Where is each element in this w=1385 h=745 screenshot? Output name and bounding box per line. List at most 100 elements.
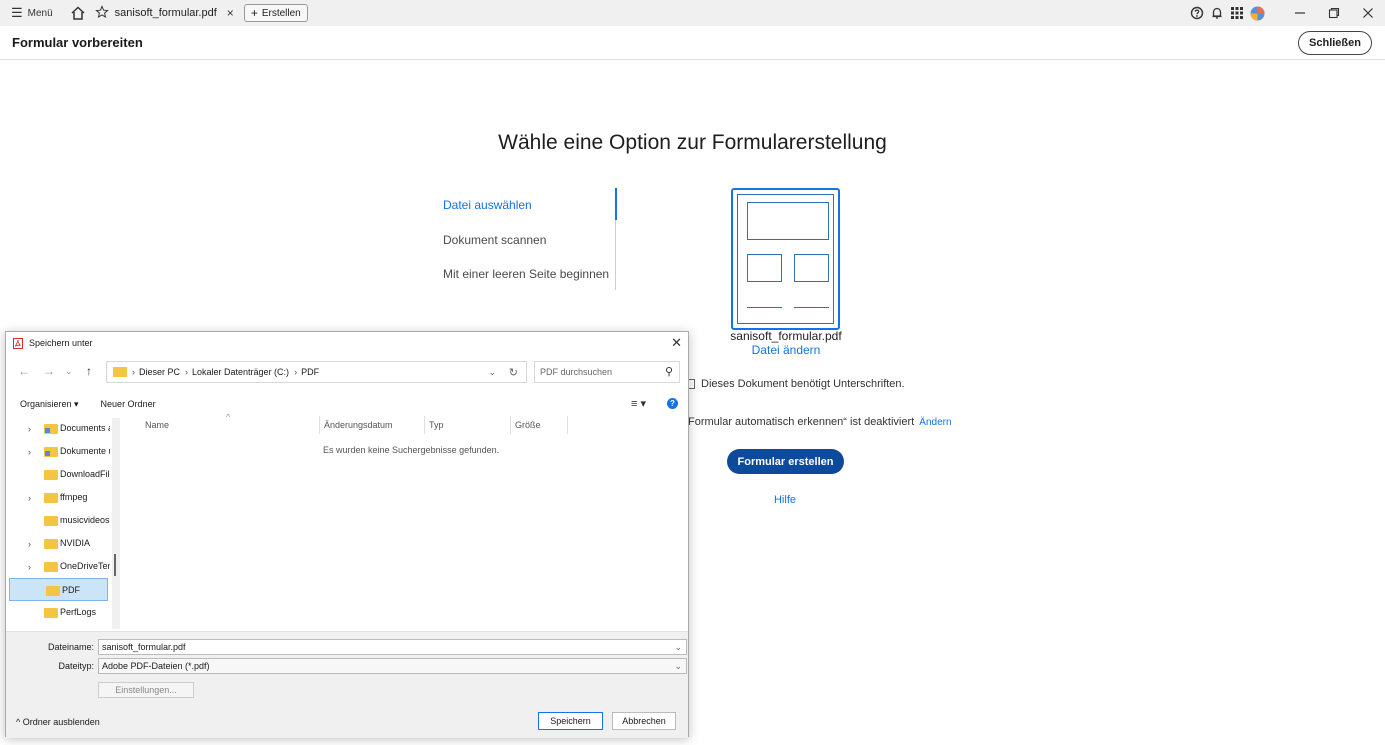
folder-tree-item[interactable]: PerfLogs <box>8 601 108 624</box>
filetype-label: Dateityp: <box>58 661 94 671</box>
empty-results-message: Es wurden keine Suchergebnisse gefunden. <box>323 445 500 455</box>
folder-tree-label: OneDriveTem <box>60 561 110 571</box>
folder-icon <box>46 586 60 596</box>
tree-scrollbar[interactable] <box>112 418 120 629</box>
dialog-footer: Dateiname: sanisoft_formular.pdf ⌄ Datei… <box>6 631 688 738</box>
chevron-right-icon[interactable]: › <box>28 539 31 549</box>
back-arrow-icon[interactable]: ← <box>18 364 30 378</box>
document-tab[interactable]: sanisoft_formular.pdf <box>94 3 217 23</box>
menu-button[interactable]: ☰ Menü <box>11 5 53 21</box>
folder-tree-item[interactable]: DownloadFile <box>8 463 110 486</box>
signature-option[interactable]: Dieses Dokument benötigt Unterschriften. <box>687 378 905 390</box>
folder-icon <box>44 516 58 526</box>
column-type[interactable]: Typ <box>429 420 444 430</box>
hide-folders-label: Ordner ausblenden <box>22 717 100 727</box>
new-folder-button[interactable]: Neuer Ordner <box>101 399 156 409</box>
folder-tree-item[interactable]: › Documents a <box>8 417 110 440</box>
bell-icon[interactable] <box>1209 5 1225 21</box>
folder-icon <box>44 493 58 503</box>
chevron-right-icon[interactable]: › <box>28 447 31 457</box>
filename-input[interactable]: sanisoft_formular.pdf ⌄ <box>98 639 687 655</box>
organize-button[interactable]: Organisieren ▾ <box>20 399 79 410</box>
auto-detect-row: Formular automatisch erkennen“ ist deakt… <box>688 416 952 428</box>
folder-tree-item[interactable]: › Dokumente u <box>8 440 110 463</box>
folder-tree-item[interactable]: PDF <box>9 578 108 601</box>
help-link[interactable]: Hilfe <box>745 494 825 506</box>
page-header: Formular vorbereiten Schließen <box>0 26 1385 60</box>
filename-label: Dateiname: <box>47 642 94 652</box>
folder-icon <box>44 608 58 618</box>
hide-folders-toggle[interactable]: ^ Ordner ausblenden <box>16 717 100 727</box>
close-button[interactable]: Schließen <box>1298 31 1372 55</box>
new-tab-button[interactable]: + Erstellen <box>243 4 308 22</box>
folder-tree-label: ffmpeg <box>60 492 88 502</box>
folder-tree-item[interactable]: › OneDriveTem <box>8 555 110 578</box>
folder-icon <box>44 562 58 572</box>
help-icon[interactable] <box>1189 5 1205 21</box>
restore-icon[interactable] <box>1317 0 1351 26</box>
tab-bar: ☰ Menü sanisoft_formular.pdf × + Erstell… <box>0 0 1385 26</box>
tab-close-icon[interactable]: × <box>227 6 234 20</box>
create-form-button[interactable]: Formular erstellen <box>727 449 844 474</box>
minimize-icon[interactable] <box>1283 0 1317 26</box>
folder-tree: › Documents a › Dokumente u DownloadFile › ffm… <box>6 414 120 629</box>
breadcrumb-this-pc[interactable]: Dieser PC <box>139 367 180 377</box>
option-select-file[interactable]: Datei auswählen <box>443 198 532 212</box>
save-button[interactable]: Speichern <box>538 712 603 730</box>
folder-tree-item[interactable]: › ffmpeg <box>8 486 108 509</box>
auto-detect-change-link[interactable]: Ändern <box>919 417 951 428</box>
search-input[interactable]: PDF durchsuchen ⚲ <box>534 361 680 383</box>
dialog-title-bar[interactable]: Speichern unter ✕ <box>6 332 688 354</box>
filetype-dropdown-icon[interactable]: ⌄ <box>674 661 682 672</box>
apps-grid-icon[interactable] <box>1229 5 1245 21</box>
folder-tree-label: Dokumente u <box>60 446 110 456</box>
selected-file-name: sanisoft_formular.pdf <box>730 329 842 343</box>
view-options-icon[interactable]: ≡ ▾ <box>631 397 646 410</box>
avatar-icon[interactable] <box>1249 5 1265 21</box>
filename-dropdown-icon[interactable]: ⌄ <box>674 642 682 653</box>
recent-locations-icon[interactable]: ⌄ <box>65 366 73 377</box>
star-icon[interactable] <box>94 4 109 22</box>
up-arrow-icon[interactable]: ↑ <box>86 364 92 378</box>
forward-arrow-icon[interactable]: → <box>43 364 55 378</box>
form-preview[interactable] <box>731 188 840 330</box>
address-dropdown-icon[interactable]: ⌄ <box>488 367 496 378</box>
hamburger-icon: ☰ <box>11 5 23 20</box>
dialog-help-icon[interactable]: ? <box>667 398 678 409</box>
creation-options: Datei auswählen Dokument scannen Mit ein… <box>443 188 617 290</box>
option-scan-document[interactable]: Dokument scannen <box>443 233 546 247</box>
main-heading: Wähle eine Option zur Formularerstellung <box>498 131 887 154</box>
address-bar[interactable]: › Dieser PC › Lokaler Datenträger (C:) ›… <box>106 361 527 383</box>
dialog-title: Speichern unter <box>29 338 93 348</box>
plus-icon: + <box>250 6 258 20</box>
option-blank-page[interactable]: Mit einer leeren Seite beginnen <box>443 267 609 281</box>
chevron-right-icon[interactable]: › <box>28 562 31 572</box>
search-icon: ⚲ <box>664 366 673 378</box>
folder-tree-item[interactable]: musicvideos <box>8 509 110 532</box>
page-title: Formular vorbereiten <box>12 35 143 50</box>
folder-tree-item[interactable]: › NVIDIA <box>8 532 108 555</box>
chevron-right-icon[interactable]: › <box>28 424 31 434</box>
pdf-app-icon <box>13 337 23 349</box>
column-modified[interactable]: Änderungsdatum <box>324 420 393 430</box>
folder-tree-label: DownloadFile <box>60 469 110 479</box>
chevron-up-icon: ^ <box>16 717 21 727</box>
breadcrumb-local-disk[interactable]: Lokaler Datenträger (C:) <box>192 367 289 377</box>
dialog-close-icon[interactable]: ✕ <box>671 335 682 351</box>
breadcrumb-pdf[interactable]: PDF <box>301 367 319 377</box>
search-placeholder: PDF durchsuchen <box>540 367 613 377</box>
save-as-dialog: Speichern unter ✕ ← → ⌄ ↑ › Dieser PC › … <box>5 331 689 738</box>
home-icon[interactable] <box>69 4 87 22</box>
filetype-select[interactable]: Adobe PDF-Dateien (*.pdf) ⌄ <box>98 658 687 674</box>
folder-icon <box>113 367 127 377</box>
column-name[interactable]: Name <box>145 420 169 430</box>
settings-button[interactable]: Einstellungen... <box>98 682 194 698</box>
change-file-link[interactable]: Datei ändern <box>700 343 872 357</box>
column-size[interactable]: Größe <box>515 420 541 430</box>
folder-icon <box>44 424 58 434</box>
chevron-right-icon[interactable]: › <box>28 493 31 503</box>
cancel-button[interactable]: Abbrechen <box>612 712 676 730</box>
window-close-icon[interactable] <box>1351 0 1385 26</box>
refresh-icon[interactable]: ↻ <box>509 366 518 379</box>
tab-title: sanisoft_formular.pdf <box>114 7 217 19</box>
